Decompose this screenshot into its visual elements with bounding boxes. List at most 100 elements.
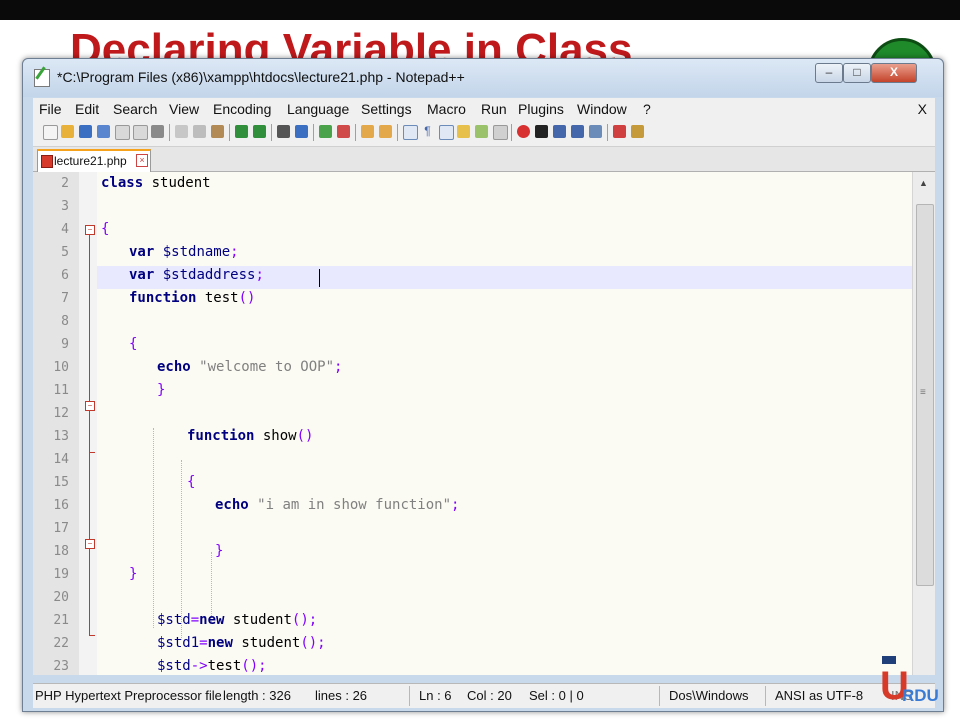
menu-language[interactable]: Language [287,101,349,117]
paste-icon[interactable] [211,125,224,138]
save-all-icon[interactable] [97,125,110,138]
code-line: 16 echo "i am in show function"; [33,494,913,517]
menu-search[interactable]: Search [113,101,157,117]
line-number: 17 [53,521,69,536]
code-line: 14 [33,448,913,471]
undo-icon[interactable] [235,125,248,138]
line-number: 9 [61,337,69,352]
close-button[interactable]: X [871,63,917,83]
save-macro-icon[interactable] [589,125,602,138]
assign-operator: = [199,635,208,651]
menu-plugins[interactable]: Plugins [518,101,564,117]
close-file-icon[interactable] [115,125,130,140]
menu-view[interactable]: View [169,101,199,117]
menu-file[interactable]: File [39,101,62,117]
code-line: 12 [33,402,913,425]
tab-label: lecture21.php [54,154,127,168]
line-number: 13 [53,429,69,444]
status-selection: Sel : 0 | 0 [529,688,584,703]
zoom-out-icon[interactable] [337,125,350,138]
code-editor[interactable]: − − − 2 class student 3 4 { 5 var $stdna… [33,172,935,675]
keyword-function: function [187,428,255,444]
line-number: 18 [53,544,69,559]
function-name-show: show [262,428,297,444]
method-call: test [207,658,242,674]
line-number: 15 [53,475,69,490]
menu-encoding[interactable]: Encoding [213,101,271,117]
doc-map-icon[interactable] [475,125,488,138]
call-parens: (); [241,658,267,674]
semicolon: ; [334,359,343,375]
line-number: 7 [61,291,69,306]
new-file-icon[interactable] [43,125,58,140]
run-macro-multiple-icon[interactable] [571,125,584,138]
maximize-button[interactable]: □ [843,63,871,83]
cut-icon[interactable] [175,125,188,138]
open-brace: { [187,474,196,490]
find-icon[interactable] [277,125,290,138]
line-number: 8 [61,314,69,329]
word-wrap-icon[interactable] [403,125,418,140]
code-line: 20 [33,586,913,609]
tab-close-icon[interactable]: × [136,154,148,167]
menu-window[interactable]: Window [577,101,627,117]
toolbar-separator [397,124,398,141]
redo-icon[interactable] [253,125,266,138]
close-all-icon[interactable] [133,125,148,140]
code-line: 11 } [33,379,913,402]
code-line: 19 } [33,563,913,586]
keyword-var: var [129,267,155,283]
variable-stdaddress: $stdaddress [162,267,256,283]
vertical-scrollbar[interactable]: ▲ ≡ [912,172,935,675]
user-lang-icon[interactable] [457,125,470,138]
status-length: length : 326 [223,688,291,703]
spell-check-icon[interactable] [613,125,626,138]
menu-macro[interactable]: Macro [427,101,466,117]
title-bar[interactable]: *C:\Program Files (x86)\xampp\htdocs\lec… [23,59,943,97]
play-macro-icon[interactable] [553,125,566,138]
indent-guide-icon[interactable] [439,125,454,140]
code-line: 15 { [33,471,913,494]
open-file-icon[interactable] [61,125,74,138]
menu-help[interactable]: ? [643,101,651,117]
zoom-in-icon[interactable] [319,125,332,138]
string-literal: "i am in show function" [257,497,452,513]
line-number: 23 [53,659,69,674]
scroll-up-arrow-icon[interactable]: ▲ [919,178,928,188]
variable-std: $std [157,612,191,628]
show-all-chars-icon[interactable]: ¶ [421,125,434,138]
toolbar-separator [271,124,272,141]
function-list-icon[interactable] [493,125,508,140]
plugin-icon[interactable] [631,125,644,138]
menu-run[interactable]: Run [481,101,507,117]
notepadpp-window: *C:\Program Files (x86)\xampp\htdocs\lec… [22,58,944,712]
keyword-class: class [101,175,144,191]
scroll-grip-icon: ≡ [920,387,926,398]
stop-macro-icon[interactable] [535,125,548,138]
close-brace: } [215,543,224,559]
minimize-button[interactable]: – [815,63,843,83]
tab-lecture21[interactable]: lecture21.php × [37,149,151,173]
string-literal: "welcome to OOP" [199,359,335,375]
sync-vertical-icon[interactable] [361,125,374,138]
parens: () [238,290,256,306]
copy-icon[interactable] [193,125,206,138]
print-icon[interactable] [151,125,164,138]
status-divider [409,686,410,706]
status-column: Col : 20 [467,688,512,703]
replace-icon[interactable] [295,125,308,138]
record-macro-icon[interactable] [517,125,530,138]
status-lines: lines : 26 [315,688,368,703]
menu-edit[interactable]: Edit [75,101,99,117]
save-icon[interactable] [79,125,92,138]
line-number: 2 [61,176,69,191]
file-modified-icon [41,155,53,168]
toolbar-separator [229,124,230,141]
line-number: 16 [53,498,69,513]
code-line: 2 class student [33,172,913,195]
variable-std: $std [157,658,191,674]
menu-settings[interactable]: Settings [361,101,412,117]
open-brace: { [129,336,138,352]
sync-horizontal-icon[interactable] [379,125,392,138]
close-document-x[interactable]: X [918,101,927,117]
